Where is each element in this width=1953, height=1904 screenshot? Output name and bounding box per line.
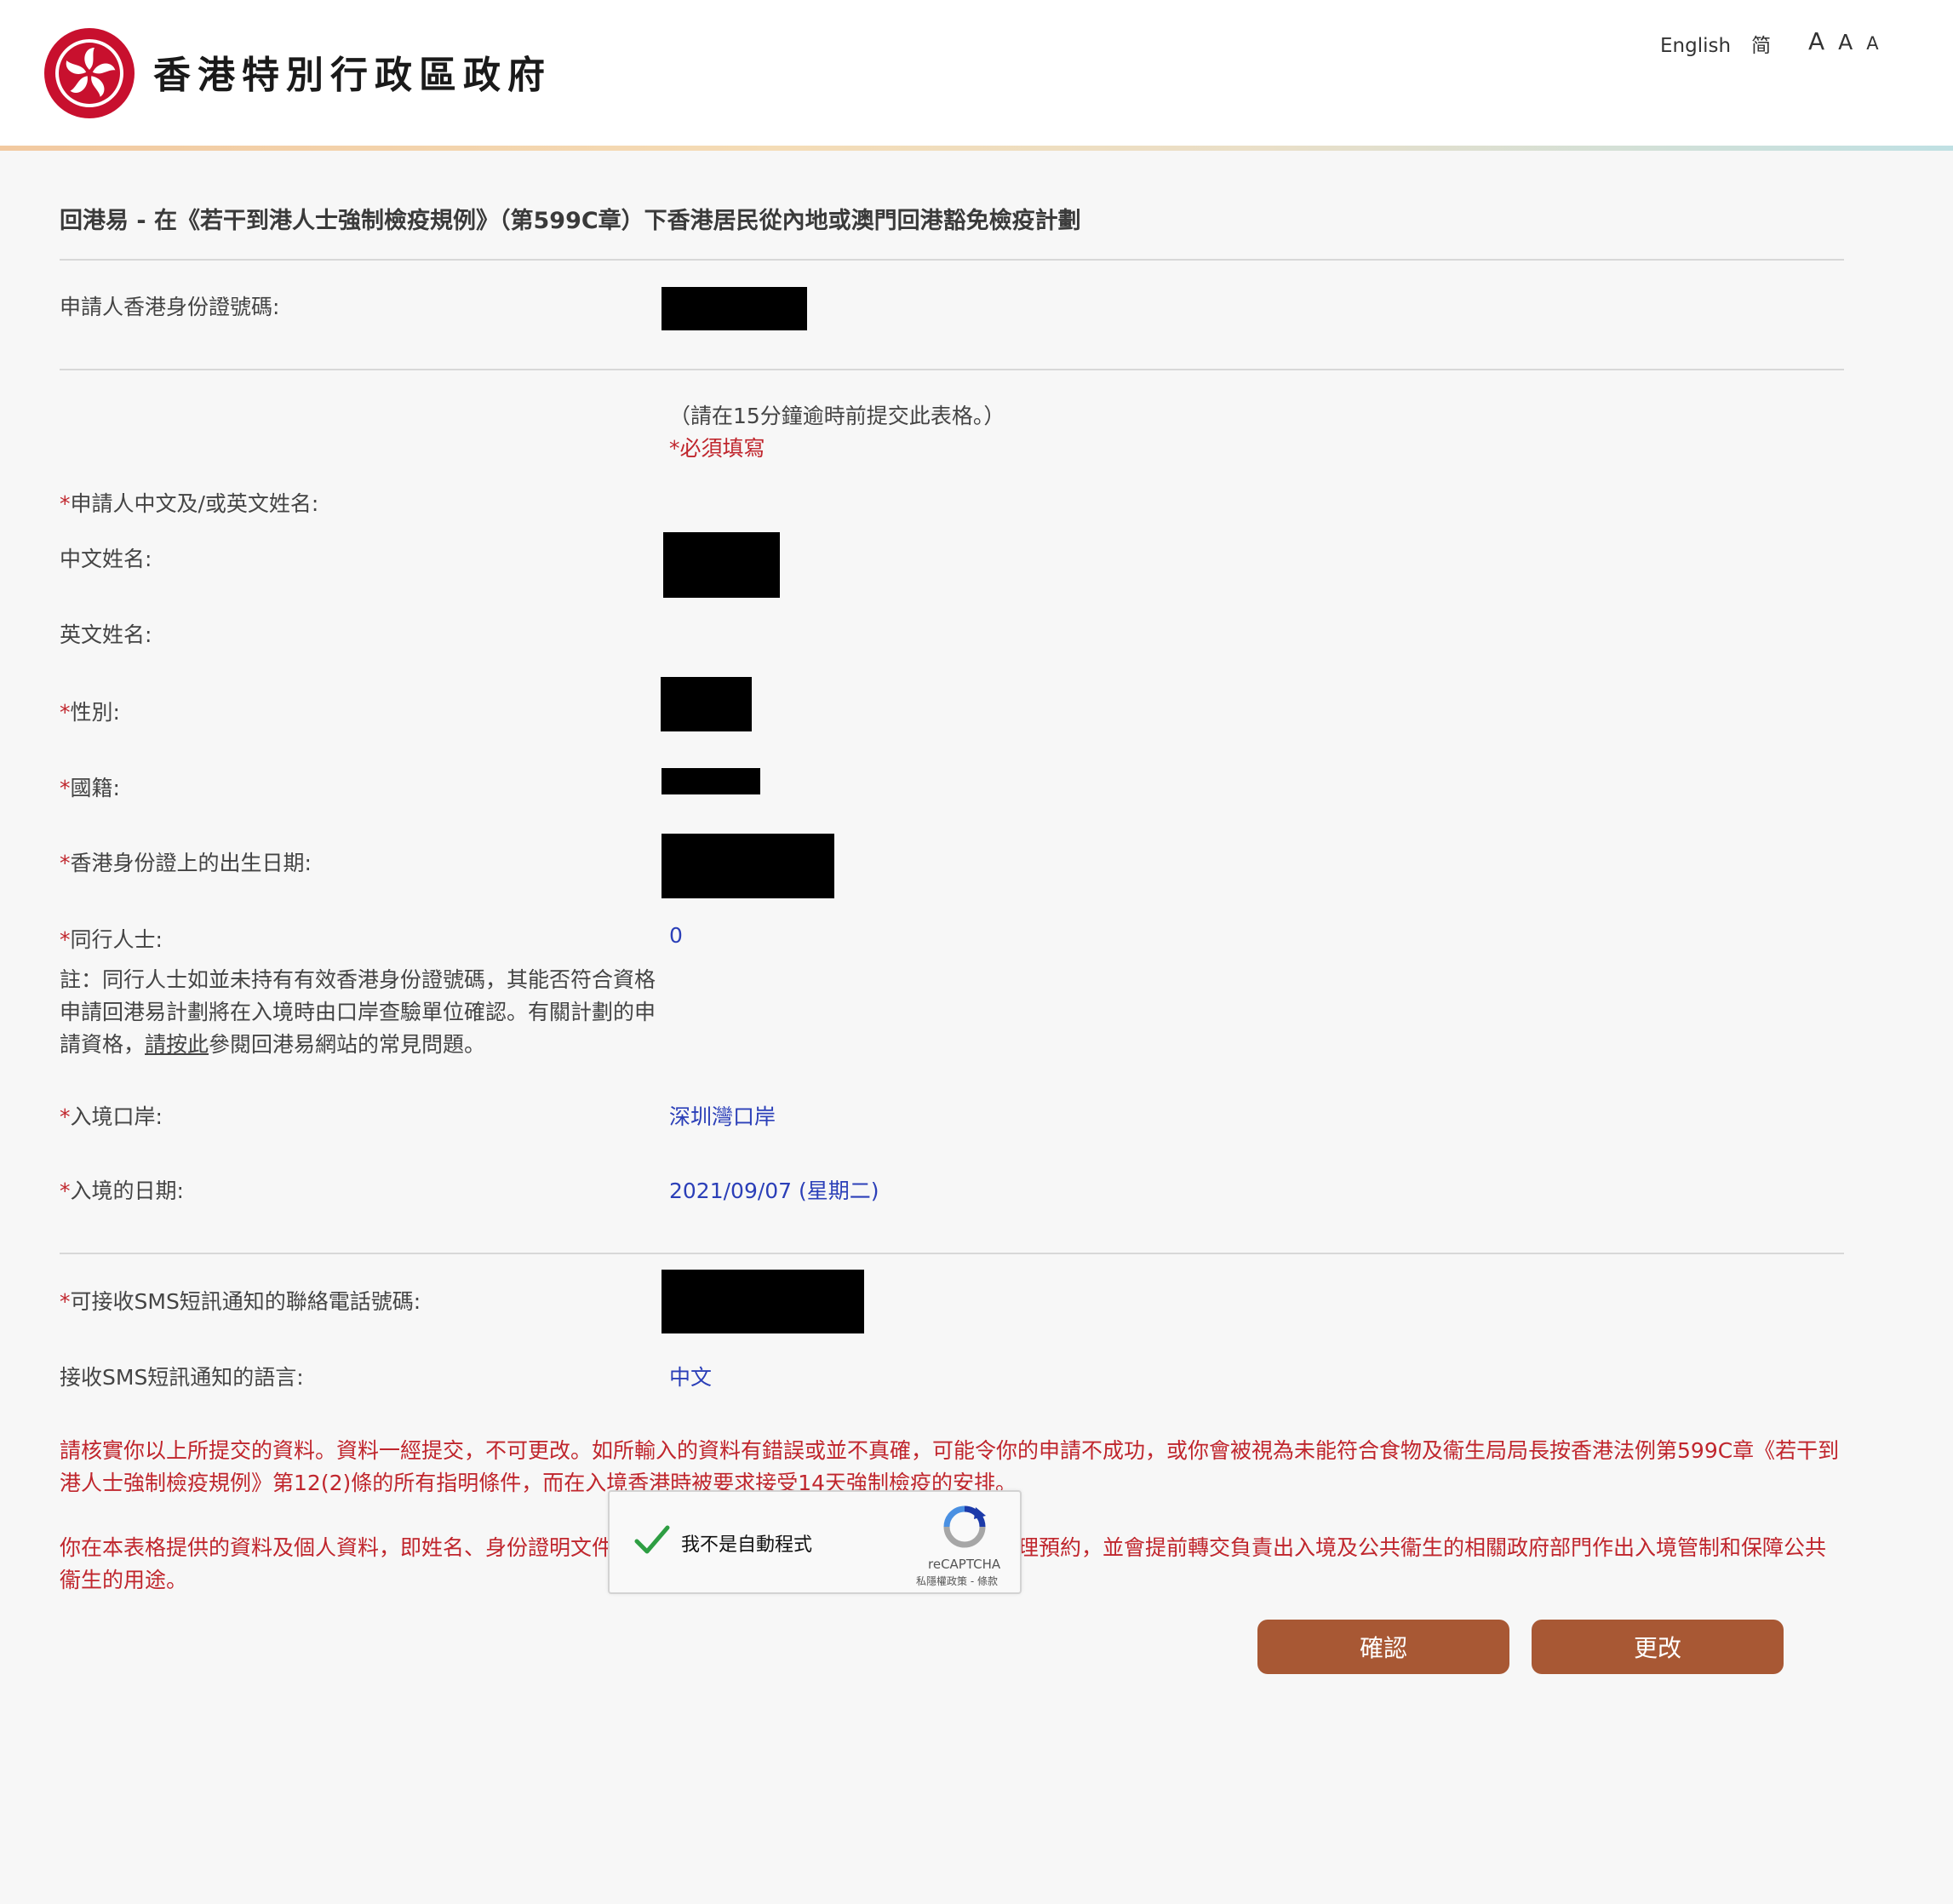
required-asterisk: * xyxy=(60,927,71,952)
font-size-controls: AAA xyxy=(1808,27,1893,55)
companion-note-text-end: 參閱回港易網站的常見問題。 xyxy=(209,1032,486,1057)
entry-port-value: 深圳灣口岸 xyxy=(669,1104,776,1129)
redacted-dob-value xyxy=(662,834,834,898)
nationality-label: *國籍: xyxy=(60,771,120,802)
site-header: 香港特別行政區政府 English 简 AAA xyxy=(0,0,1953,146)
header-gradient-stripe xyxy=(0,146,1953,151)
gender-label-text: 性別: xyxy=(70,700,120,725)
dob-label-text: 香港身份證上的出生日期: xyxy=(70,851,312,875)
entry-port-label-text: 入境口岸: xyxy=(70,1104,163,1129)
dob-label: *香港身份證上的出生日期: xyxy=(60,846,312,877)
timeout-note: （請在15分鐘逾時前提交此表格。） xyxy=(669,404,1005,428)
redacted-chinese-name-value xyxy=(663,532,780,598)
sms-language-value: 中文 xyxy=(669,1365,713,1390)
recaptcha-label: 我不是自動程式 xyxy=(681,1534,813,1556)
companion-eligibility-note: 註：同行人士如並未持有有效香港身份證號碼，其能否符合資格申請回港易計劃將在入境時… xyxy=(60,964,656,1061)
required-note: *必須填寫 xyxy=(669,436,765,461)
redacted-phone-value xyxy=(662,1270,864,1333)
redacted-hkid-value xyxy=(662,287,807,330)
companions-label-text: 同行人士: xyxy=(70,927,163,952)
page-title: 回港易 - 在《若干到港人士強制檢疫規例》（第599C章）下香港居民從內地或澳門… xyxy=(60,208,1081,234)
english-name-label: 英文姓名: xyxy=(60,622,152,647)
companions-value: 0 xyxy=(669,923,683,948)
required-asterisk: * xyxy=(60,851,71,875)
recaptcha-widget[interactable]: 我不是自動程式 reCAPTCHA 私隱權政策 - 條款 xyxy=(608,1490,1022,1594)
companions-label: *同行人士: xyxy=(60,923,163,954)
lang-simplified-link[interactable]: 简 xyxy=(1751,35,1771,57)
government-title: 香港特別行政區政府 xyxy=(153,54,552,97)
sms-language-label: 接收SMS短訊通知的語言: xyxy=(60,1365,304,1390)
recaptcha-logo-icon xyxy=(943,1505,986,1548)
entry-port-label: *入境口岸: xyxy=(60,1100,163,1131)
language-switcher: English 简 xyxy=(1660,29,1771,58)
redacted-gender-value xyxy=(661,677,752,731)
faq-link[interactable]: 請按此 xyxy=(145,1032,209,1057)
font-size-small-button[interactable]: A xyxy=(1866,33,1878,54)
required-asterisk: * xyxy=(60,1104,71,1129)
checkmark-icon[interactable] xyxy=(632,1519,673,1560)
chinese-name-label: 中文姓名: xyxy=(60,547,152,571)
applicant-name-label-text: 申請人中文及/或英文姓名: xyxy=(70,491,319,516)
entry-date-label: *入境的日期: xyxy=(60,1174,184,1205)
nationality-label-text: 國籍: xyxy=(70,776,120,800)
required-asterisk: * xyxy=(60,491,71,516)
required-asterisk: * xyxy=(60,700,71,725)
recaptcha-terms-links[interactable]: 私隱權政策 - 條款 xyxy=(916,1574,998,1588)
required-asterisk: * xyxy=(60,1289,71,1314)
phone-label: *可接收SMS短訊通知的聯絡電話號碼: xyxy=(60,1285,421,1316)
divider xyxy=(60,1253,1844,1254)
gender-label: *性別: xyxy=(60,696,120,726)
font-size-large-button[interactable]: A xyxy=(1808,27,1824,55)
recaptcha-brand: reCAPTCHA xyxy=(928,1557,1001,1572)
entry-date-value: 2021/09/07 (星期二) xyxy=(669,1179,879,1203)
divider xyxy=(60,369,1844,370)
hkid-label: 申請人香港身份證號碼: xyxy=(60,295,280,319)
font-size-medium-button[interactable]: A xyxy=(1838,30,1853,54)
hksar-emblem-icon xyxy=(44,28,135,118)
required-asterisk: * xyxy=(60,776,71,800)
redacted-nationality-value xyxy=(662,768,760,794)
confirm-button[interactable]: 確認 xyxy=(1257,1620,1509,1674)
applicant-name-label: *申請人中文及/或英文姓名: xyxy=(60,487,318,518)
phone-label-text: 可接收SMS短訊通知的聯絡電話號碼: xyxy=(70,1289,421,1314)
modify-button[interactable]: 更改 xyxy=(1532,1620,1784,1674)
required-asterisk: * xyxy=(60,1179,71,1203)
divider xyxy=(60,259,1844,261)
lang-english-link[interactable]: English xyxy=(1660,35,1731,57)
entry-date-label-text: 入境的日期: xyxy=(70,1179,184,1203)
